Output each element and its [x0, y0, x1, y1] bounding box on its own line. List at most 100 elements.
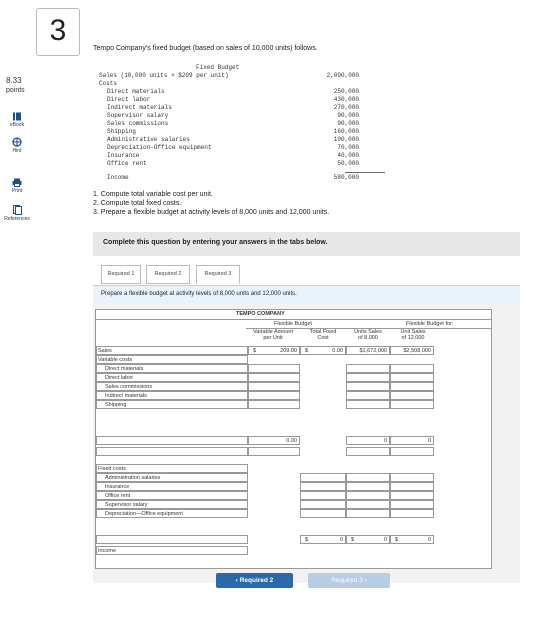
- var-total-8000-input[interactable]: 0: [346, 436, 390, 445]
- fb-item-row: Direct labor 430,000: [99, 96, 359, 104]
- variable-item-label-input[interactable]: Direct materials: [96, 364, 248, 373]
- fb-item-row: Supervisor salary 90,000: [99, 112, 359, 120]
- fb-total-value: 580,000: [333, 174, 359, 181]
- fb-sales-value: 2,090,000: [326, 72, 359, 79]
- spacer-input-1[interactable]: [96, 447, 248, 456]
- fixed-item-amount-input[interactable]: [390, 491, 434, 500]
- ebook-button[interactable]: eBook: [0, 112, 34, 128]
- spacer-input-2[interactable]: [248, 447, 300, 456]
- sales-fixed-dollar: $: [305, 348, 309, 354]
- fixed-budget-title: Fixed Budget: [196, 64, 240, 71]
- fb-item-value: 50,000: [337, 160, 359, 167]
- variable-item-amount-input[interactable]: [346, 391, 390, 400]
- fb-item-label: Supervisor salary: [107, 112, 169, 119]
- fixed-item-amount-input[interactable]: [300, 482, 346, 491]
- spacer-input-3[interactable]: [346, 447, 390, 456]
- ebook-label: eBook: [9, 122, 25, 128]
- sales-8000-input[interactable]: $1,672,000: [346, 346, 390, 355]
- fixed-item-amount-input[interactable]: [300, 509, 346, 518]
- total-fixed-input[interactable]: $ 0: [300, 535, 346, 544]
- variable-item-label-input[interactable]: Direct labor: [96, 373, 248, 382]
- variable-item-amount-input[interactable]: [390, 400, 434, 409]
- total-costs-label-input[interactable]: [96, 535, 248, 544]
- variable-item-label-input[interactable]: Shipping: [96, 400, 248, 409]
- company-name: TEMPO COMPANY: [236, 311, 285, 317]
- fb-item-value: 90,000: [337, 112, 359, 119]
- question-number: 3: [36, 8, 80, 56]
- variable-item-amount-input[interactable]: [390, 382, 434, 391]
- fixed-item-amount-input[interactable]: [346, 500, 390, 509]
- col-fixed-line2: Cost: [317, 335, 329, 341]
- hint-icon: [12, 137, 22, 147]
- fixed-item-amount-input[interactable]: [346, 491, 390, 500]
- fixed-item-label-input[interactable]: Insurance: [96, 482, 248, 491]
- variable-item-amount-input[interactable]: [346, 382, 390, 391]
- prev-label: Required 2: [239, 577, 274, 584]
- var-total-input[interactable]: 0.00: [248, 436, 300, 445]
- variable-item-amount-input[interactable]: [390, 373, 434, 382]
- fb-sales-row: Sales (10,000 units × $209 per unit) 2,0…: [99, 72, 359, 80]
- prev-required-button[interactable]: ‹ Required 2: [216, 573, 293, 588]
- var-total-label-input[interactable]: [96, 436, 248, 445]
- variable-item-amount-input[interactable]: [248, 364, 300, 373]
- sales-label: Sales: [98, 348, 112, 354]
- col-header-12000: Unit Sales of 12,000: [393, 329, 433, 341]
- variable-item-amount-input[interactable]: [248, 400, 300, 409]
- fb-item-row: Administrative salaries 100,000: [99, 136, 359, 144]
- fixed-item-label-input[interactable]: Supervisor salary: [96, 500, 248, 509]
- fixed-item-label-input[interactable]: Office rent: [96, 491, 248, 500]
- total-12000-input[interactable]: $ 0: [390, 535, 434, 544]
- fixed-item-amount-input[interactable]: [390, 500, 434, 509]
- fb-item-value: 40,000: [337, 152, 359, 159]
- fb-item-label: Depreciation-Office equipment: [107, 144, 212, 151]
- next-required-button[interactable]: Required 3 ›: [308, 573, 390, 588]
- total-fixed-dollar: $: [305, 537, 309, 543]
- flexible-budget-table: TEMPO COMPANY Flexible Budget Flexible B…: [95, 309, 492, 569]
- hint-button[interactable]: Hint: [0, 137, 34, 154]
- print-label: Print: [11, 188, 23, 194]
- fixed-item-label-input[interactable]: Depreciation—Office equipment: [96, 509, 248, 518]
- fb-income-row: Income 580,000: [99, 174, 359, 182]
- fixed-item-amount-input[interactable]: [346, 473, 390, 482]
- fixed-item-amount-input[interactable]: [300, 491, 346, 500]
- variable-item-label: Sales commissions: [105, 384, 153, 390]
- print-button[interactable]: Print: [0, 178, 34, 194]
- tab-required-3[interactable]: Required 3: [196, 265, 240, 284]
- points-info: 8.33 points: [6, 76, 25, 96]
- tab-required-1[interactable]: Required 1: [101, 265, 141, 284]
- fixed-item-amount-input[interactable]: [390, 482, 434, 491]
- fixed-item-amount-input[interactable]: [390, 509, 434, 518]
- fb-item-row: Insurance 40,000: [99, 152, 359, 160]
- variable-item-label: Direct labor: [105, 375, 134, 381]
- variable-item-amount-input[interactable]: [346, 364, 390, 373]
- variable-item-label-input[interactable]: Indirect materials: [96, 391, 248, 400]
- variable-item-amount-input[interactable]: [346, 373, 390, 382]
- variable-item-amount-input[interactable]: [248, 391, 300, 400]
- next-label: Required 3: [331, 577, 363, 584]
- variable-item-amount-input[interactable]: [390, 391, 434, 400]
- fixed-item-amount-input[interactable]: [390, 473, 434, 482]
- fixed-item-amount-input[interactable]: [346, 482, 390, 491]
- variable-item-amount-input[interactable]: [248, 382, 300, 391]
- total-8000-input[interactable]: $ 0: [346, 535, 390, 544]
- spacer-input-4[interactable]: [390, 447, 434, 456]
- fixed-item-label-input[interactable]: Administration salaries: [96, 473, 248, 482]
- fb-item-label: Administrative salaries: [107, 136, 190, 143]
- sales-fixed-input[interactable]: $ 0.00: [300, 346, 346, 355]
- col-12000-line2: of 12,000: [401, 335, 425, 341]
- sales-12000-input[interactable]: $2,508,000: [390, 346, 434, 355]
- fixed-item-label: Depreciation—Office equipment: [105, 511, 183, 517]
- fixed-item-amount-input[interactable]: [300, 473, 346, 482]
- variable-item-amount-input[interactable]: [390, 364, 434, 373]
- sales-variable-input[interactable]: $ 209.00: [248, 346, 300, 355]
- sales-fixed-value: 0.00: [332, 348, 343, 354]
- variable-item-amount-input[interactable]: [248, 373, 300, 382]
- fixed-item-amount-input[interactable]: [300, 500, 346, 509]
- fixed-item-amount-input[interactable]: [346, 509, 390, 518]
- tab-required-2[interactable]: Required 2: [146, 265, 190, 284]
- var-total-12000-input[interactable]: 0: [390, 436, 434, 445]
- variable-item-label-input[interactable]: Sales commissions: [96, 382, 248, 391]
- fb-item-value: 270,000: [333, 104, 359, 111]
- variable-item-amount-input[interactable]: [346, 400, 390, 409]
- references-button[interactable]: References: [0, 205, 34, 222]
